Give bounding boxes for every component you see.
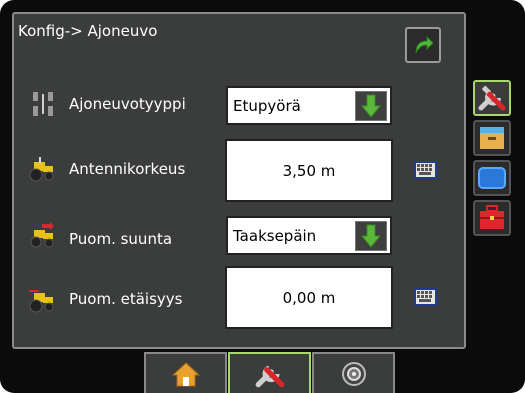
tab-setup[interactable] <box>228 352 311 393</box>
gps-icon <box>341 361 366 386</box>
tractor-boom-distance-icon <box>29 290 54 313</box>
tab-gps[interactable] <box>312 352 395 393</box>
side-tab-toolbox[interactable] <box>473 200 511 236</box>
antenna-height-label: Antennikorkeus <box>69 160 186 178</box>
boom-distance-label: Puom. etäisyys <box>69 290 183 308</box>
antenna-height-value[interactable]: 3,50 m <box>225 139 393 202</box>
vehicle-axle-icon <box>33 92 53 116</box>
dropdown-arrow-icon[interactable] <box>355 221 387 251</box>
return-button[interactable] <box>405 27 441 63</box>
return-arrow-icon <box>415 35 434 54</box>
tab-home[interactable] <box>144 352 227 393</box>
side-tab-console[interactable] <box>473 120 511 156</box>
tractor-antenna-icon <box>29 157 54 182</box>
home-icon <box>171 361 200 386</box>
page-title: Konfig-> Ajoneuvo <box>18 22 158 40</box>
tools-icon <box>478 85 506 111</box>
display-icon <box>478 167 506 189</box>
tools-icon <box>255 365 284 387</box>
side-tab-display[interactable] <box>473 160 511 196</box>
vehicle-type-dropdown[interactable]: Etupyörä <box>226 86 392 125</box>
boom-distance-value[interactable]: 0,00 m <box>225 266 393 329</box>
keyboard-icon[interactable] <box>414 160 437 180</box>
boom-direction-dropdown[interactable]: Taaksepäin <box>226 216 392 255</box>
toolbox-icon <box>480 205 504 229</box>
vehicle-type-label: Ajoneuvotyyppi <box>69 95 186 113</box>
vehicle-type-value: Etupyörä <box>233 97 301 115</box>
keyboard-icon[interactable] <box>414 287 437 307</box>
side-tab-setup[interactable] <box>473 80 511 116</box>
tractor-boom-direction-icon <box>30 222 54 248</box>
dropdown-arrow-icon[interactable] <box>355 91 387 121</box>
boom-direction-label: Puom. suunta <box>69 230 173 248</box>
boom-direction-value: Taaksepäin <box>233 227 317 245</box>
console-icon <box>480 127 504 149</box>
